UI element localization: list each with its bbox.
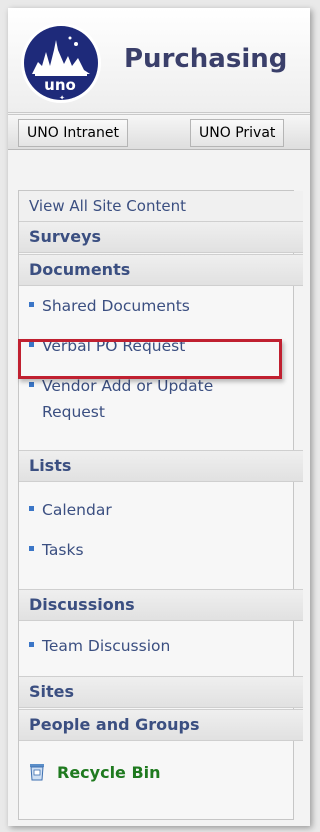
site-title[interactable]: Purchasing — [124, 44, 287, 74]
section-discussions[interactable]: Discussions — [19, 589, 303, 621]
nav-item-team-discussion[interactable]: Team Discussion — [19, 633, 303, 659]
uno-logo-icon[interactable]: uno ✦ — [20, 22, 102, 104]
logo-text: uno — [44, 76, 76, 94]
section-documents[interactable]: Documents — [19, 254, 303, 286]
nav-item-tasks[interactable]: Tasks — [19, 537, 303, 563]
section-surveys[interactable]: Surveys — [19, 221, 303, 253]
view-all-site-content-link[interactable]: View All Site Content — [19, 191, 303, 222]
section-lists[interactable]: Lists — [19, 450, 303, 482]
quick-launch: View All Site Content Surveys Documents … — [18, 190, 303, 820]
recycle-bin-icon — [30, 763, 44, 780]
nav-item-label: Team Discussion — [42, 637, 171, 655]
site-header: uno ✦ Purchasing — [8, 8, 310, 113]
tab-uno-intranet[interactable]: UNO Intranet — [18, 119, 128, 147]
top-navigation: UNO Intranet UNO Privat — [8, 114, 310, 150]
nav-item-label: Tasks — [42, 541, 84, 559]
nav-item-label: Vendor Add or Update Request — [42, 377, 214, 421]
svg-text:✦: ✦ — [59, 94, 65, 102]
page-frame: uno ✦ Purchasing UNO Intranet UNO Privat… — [8, 8, 310, 826]
recycle-bin-link[interactable]: Recycle Bin — [19, 754, 303, 792]
nav-item-calendar[interactable]: Calendar — [19, 497, 303, 523]
bullet-icon — [29, 382, 34, 387]
tab-uno-private[interactable]: UNO Privat — [190, 119, 285, 147]
bullet-icon — [29, 506, 34, 511]
nav-item-vendor-add-update-request[interactable]: Vendor Add or Update Request — [19, 373, 303, 425]
nav-item-label: Calendar — [42, 501, 112, 519]
section-people-and-groups[interactable]: People and Groups — [19, 709, 303, 741]
bullet-icon — [29, 302, 34, 307]
recycle-bin-label: Recycle Bin — [57, 763, 161, 782]
bullet-icon — [29, 642, 34, 647]
nav-item-label: Shared Documents — [42, 297, 190, 315]
nav-item-shared-documents[interactable]: Shared Documents — [19, 293, 303, 319]
highlight-annotation — [18, 339, 282, 379]
section-sites[interactable]: Sites — [19, 676, 303, 708]
bullet-icon — [29, 546, 34, 551]
